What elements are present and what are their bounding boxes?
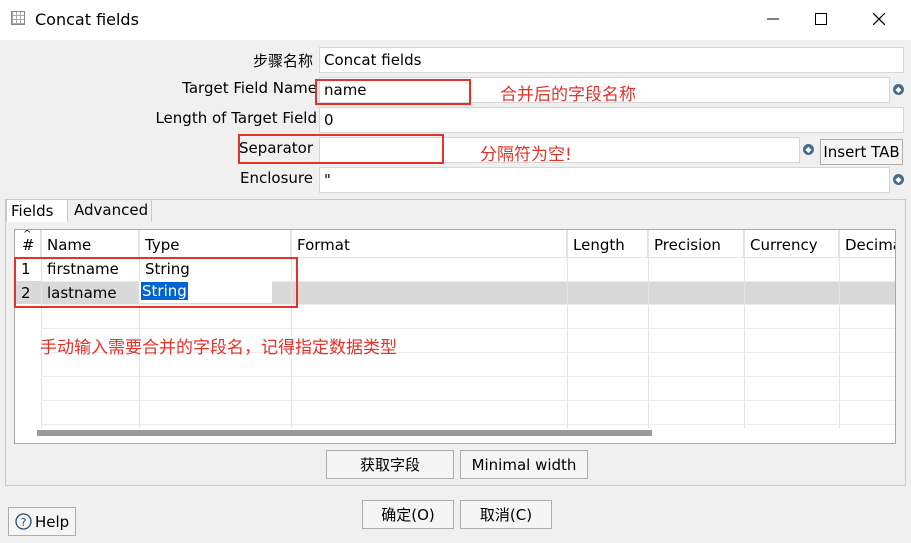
highlight-box [315, 79, 471, 105]
cancel-button[interactable]: 取消(C) [460, 500, 552, 529]
column-header[interactable]: Name [41, 230, 139, 258]
minimize-button[interactable] [750, 4, 796, 34]
window-title: Concat fields [35, 10, 139, 29]
minimal-width-button[interactable]: Minimal width [460, 450, 588, 479]
variable-icon[interactable]: ◆ [893, 84, 904, 95]
variable-icon[interactable]: ◆ [803, 144, 814, 155]
close-icon [873, 13, 885, 25]
annotation-target-note: 合并后的字段名称 [500, 85, 636, 105]
target-field-label: Target Field Name [182, 79, 317, 97]
column-header[interactable]: Type [139, 230, 291, 258]
column-header[interactable]: Length [567, 230, 648, 258]
grid-line [41, 400, 895, 401]
insert-tab-button[interactable]: Insert TAB [820, 139, 903, 165]
enclosure-label: Enclosure [240, 169, 313, 187]
step-name-label: 步骤名称 [252, 52, 313, 70]
help-label: Help [35, 512, 70, 531]
ok-button[interactable]: 确定(O) [362, 500, 454, 529]
length-input[interactable]: 0 [319, 107, 904, 133]
annotation-separator-note: 分隔符为空! [480, 145, 572, 165]
column-header[interactable]: Currency [744, 230, 839, 258]
grid-line [41, 328, 895, 329]
column-header[interactable]: Decima [839, 230, 895, 258]
svg-text:?: ? [21, 516, 27, 529]
enclosure-input[interactable]: " [319, 167, 890, 193]
minimize-icon [767, 18, 779, 20]
column-header[interactable]: ^ # [15, 230, 41, 258]
maximize-icon [815, 13, 827, 25]
column-header[interactable]: Precision [648, 230, 744, 258]
annotation-fields-note: 手动输入需要合并的字段名，记得指定数据类型 [40, 338, 397, 358]
get-fields-button[interactable]: 获取字段 [326, 450, 454, 479]
tab-fields-label: Fields [11, 202, 54, 220]
tab-advanced-label: Advanced [74, 201, 149, 219]
highlight-box [14, 257, 298, 308]
close-button[interactable] [856, 4, 902, 34]
grid-line [41, 376, 895, 377]
tab-advanced[interactable]: Advanced [70, 199, 152, 222]
column-header[interactable]: Format [291, 230, 567, 258]
app-icon [11, 11, 25, 25]
step-name-input[interactable]: Concat fields [319, 47, 904, 73]
grid-line [41, 424, 895, 425]
help-button[interactable]: ? Help [8, 507, 76, 536]
tab-fields[interactable]: Fields [6, 199, 68, 222]
maximize-button[interactable] [798, 4, 844, 34]
length-label: Length of Target Field [155, 109, 317, 127]
variable-icon[interactable]: ◆ [893, 174, 904, 185]
scrollbar-thumb[interactable] [37, 430, 652, 436]
highlight-box [238, 134, 444, 164]
help-icon: ? [15, 513, 32, 530]
